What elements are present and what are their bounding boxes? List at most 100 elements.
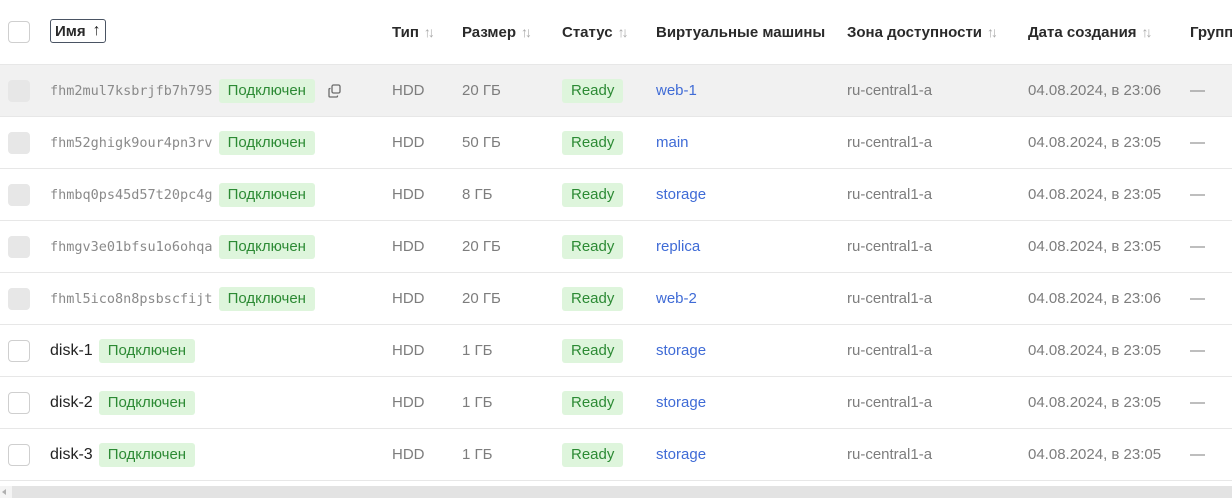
- vm-link[interactable]: main: [656, 134, 689, 151]
- disk-id[interactable]: fhm52ghigk9our4pn3rv: [50, 135, 213, 151]
- disk-size: 20 ГБ: [462, 82, 501, 99]
- vm-link[interactable]: storage: [656, 394, 706, 411]
- vm-link[interactable]: storage: [656, 186, 706, 203]
- availability-zone: ru-central1-a: [847, 82, 933, 99]
- column-header-status[interactable]: Статус ↑↓: [562, 0, 629, 64]
- disk-name[interactable]: disk-3: [50, 446, 93, 464]
- creation-date: 04.08.2024, в 23:06: [1028, 290, 1162, 307]
- column-zone-label: Зона доступности: [847, 23, 983, 41]
- disk-size: 1 ГБ: [462, 342, 493, 359]
- group-value: —: [1190, 134, 1205, 151]
- column-size-label: Размер: [462, 23, 517, 41]
- disk-name-cell: disk-3 Подключен: [50, 429, 196, 480]
- column-header-zone[interactable]: Зона доступности ↑↓: [847, 0, 998, 64]
- column-header-date[interactable]: Дата создания ↑↓: [1028, 0, 1153, 64]
- table-row[interactable]: fhm52ghigk9our4pn3rv Подключен HDD 50 ГБ…: [0, 117, 1232, 169]
- header-checkbox-cell: [8, 0, 30, 64]
- disk-type: HDD: [392, 134, 425, 151]
- column-header-type[interactable]: Тип ↑↓: [392, 0, 435, 64]
- attached-badge: Подключен: [218, 234, 315, 259]
- row-checkbox: [8, 79, 30, 102]
- column-header-name[interactable]: Имя ↑: [50, 0, 106, 64]
- group-value: —: [1190, 290, 1205, 307]
- disk-id[interactable]: fhml5ico8n8psbscfijt: [50, 291, 213, 307]
- creation-date: 04.08.2024, в 23:05: [1028, 134, 1162, 151]
- group-value: —: [1190, 186, 1205, 203]
- row-checkbox: [8, 183, 30, 206]
- scroll-left-arrow-icon[interactable]: [2, 489, 6, 495]
- sort-ascending-icon: ↑: [92, 22, 101, 39]
- availability-zone: ru-central1-a: [847, 290, 933, 307]
- disk-name-cell: fhml5ico8n8psbscfijt Подключен: [50, 273, 315, 324]
- attached-badge: Подключен: [218, 182, 315, 207]
- row-checkbox[interactable]: [8, 339, 30, 362]
- status-badge: Ready: [562, 182, 624, 207]
- column-header-vm: Виртуальные машины: [656, 0, 825, 64]
- disk-id[interactable]: fhm2mul7ksbrjfb7h795: [50, 83, 213, 99]
- attached-badge: Подключен: [218, 78, 315, 103]
- select-all-checkbox[interactable]: [8, 21, 30, 43]
- disk-size: 20 ГБ: [462, 238, 501, 255]
- creation-date: 04.08.2024, в 23:05: [1028, 394, 1162, 411]
- disk-size: 1 ГБ: [462, 394, 493, 411]
- status-badge: Ready: [562, 338, 624, 363]
- disk-size: 50 ГБ: [462, 134, 501, 151]
- column-header-size[interactable]: Размер ↑↓: [462, 0, 532, 64]
- vm-link[interactable]: replica: [656, 238, 700, 255]
- disk-name[interactable]: disk-2: [50, 394, 93, 412]
- group-value: —: [1190, 394, 1205, 411]
- name-sort-button[interactable]: Имя ↑: [50, 19, 106, 43]
- disk-name-cell: disk-2 Подключен: [50, 377, 196, 428]
- scrollbar-thumb[interactable]: [12, 486, 1232, 498]
- group-value: —: [1190, 238, 1205, 255]
- creation-date: 04.08.2024, в 23:05: [1028, 238, 1162, 255]
- status-badge: Ready: [562, 286, 624, 311]
- disk-name-cell: fhm2mul7ksbrjfb7h795 Подключен: [50, 65, 343, 116]
- status-badge: Ready: [562, 130, 624, 155]
- vm-link[interactable]: storage: [656, 446, 706, 463]
- table-row[interactable]: fhm2mul7ksbrjfb7h795 Подключен HDD 20 ГБ…: [0, 65, 1232, 117]
- copy-icon[interactable]: [327, 83, 343, 99]
- group-value: —: [1190, 342, 1205, 359]
- table-row[interactable]: fhmbq0ps45d57t20pc4g Подключен HDD 8 ГБ …: [0, 169, 1232, 221]
- disk-name-cell: fhm52ghigk9our4pn3rv Подключен: [50, 117, 315, 168]
- status-badge: Ready: [562, 78, 624, 103]
- row-checkbox: [8, 235, 30, 258]
- disk-type: HDD: [392, 342, 425, 359]
- status-badge: Ready: [562, 234, 624, 259]
- group-value: —: [1190, 82, 1205, 99]
- vm-link[interactable]: web-1: [656, 82, 697, 99]
- disk-type: HDD: [392, 238, 425, 255]
- attached-badge: Подключен: [218, 286, 315, 311]
- disk-type: HDD: [392, 82, 425, 99]
- horizontal-scrollbar[interactable]: [0, 486, 1232, 498]
- table-row[interactable]: fhml5ico8n8psbscfijt Подключен HDD 20 ГБ…: [0, 273, 1232, 325]
- column-status-label: Статус: [562, 23, 613, 41]
- vm-link[interactable]: storage: [656, 342, 706, 359]
- disk-type: HDD: [392, 394, 425, 411]
- column-type-label: Тип: [392, 23, 419, 41]
- attached-badge: Подключен: [218, 130, 315, 155]
- disk-name-cell: fhmgv3e01bfsu1o6ohqa Подключен: [50, 221, 315, 272]
- table-row[interactable]: disk-1 Подключен HDD 1 ГБ Ready storage …: [0, 325, 1232, 377]
- table-header: Имя ↑ Тип ↑↓ Размер ↑↓ Статус ↑↓ Виртуал…: [0, 0, 1232, 65]
- table-row[interactable]: fhmgv3e01bfsu1o6ohqa Подключен HDD 20 ГБ…: [0, 221, 1232, 273]
- disk-name-cell: fhmbq0ps45d57t20pc4g Подключен: [50, 169, 315, 220]
- row-checkbox: [8, 131, 30, 154]
- column-name-label: Имя: [55, 22, 86, 40]
- table-row[interactable]: disk-2 Подключен HDD 1 ГБ Ready storage …: [0, 377, 1232, 429]
- sort-icon: ↑↓: [987, 24, 998, 40]
- column-vm-label: Виртуальные машины: [656, 23, 826, 41]
- sort-icon: ↑↓: [521, 24, 532, 40]
- disk-name[interactable]: disk-1: [50, 342, 93, 360]
- table-row[interactable]: disk-3 Подключен HDD 1 ГБ Ready storage …: [0, 429, 1232, 481]
- disk-id[interactable]: fhmbq0ps45d57t20pc4g: [50, 187, 213, 203]
- creation-date: 04.08.2024, в 23:05: [1028, 342, 1162, 359]
- row-checkbox[interactable]: [8, 391, 30, 414]
- disk-id[interactable]: fhmgv3e01bfsu1o6ohqa: [50, 239, 213, 255]
- availability-zone: ru-central1-a: [847, 342, 933, 359]
- vm-link[interactable]: web-2: [656, 290, 697, 307]
- availability-zone: ru-central1-a: [847, 134, 933, 151]
- row-checkbox[interactable]: [8, 443, 30, 466]
- disks-table: Имя ↑ Тип ↑↓ Размер ↑↓ Статус ↑↓ Виртуал…: [0, 0, 1232, 481]
